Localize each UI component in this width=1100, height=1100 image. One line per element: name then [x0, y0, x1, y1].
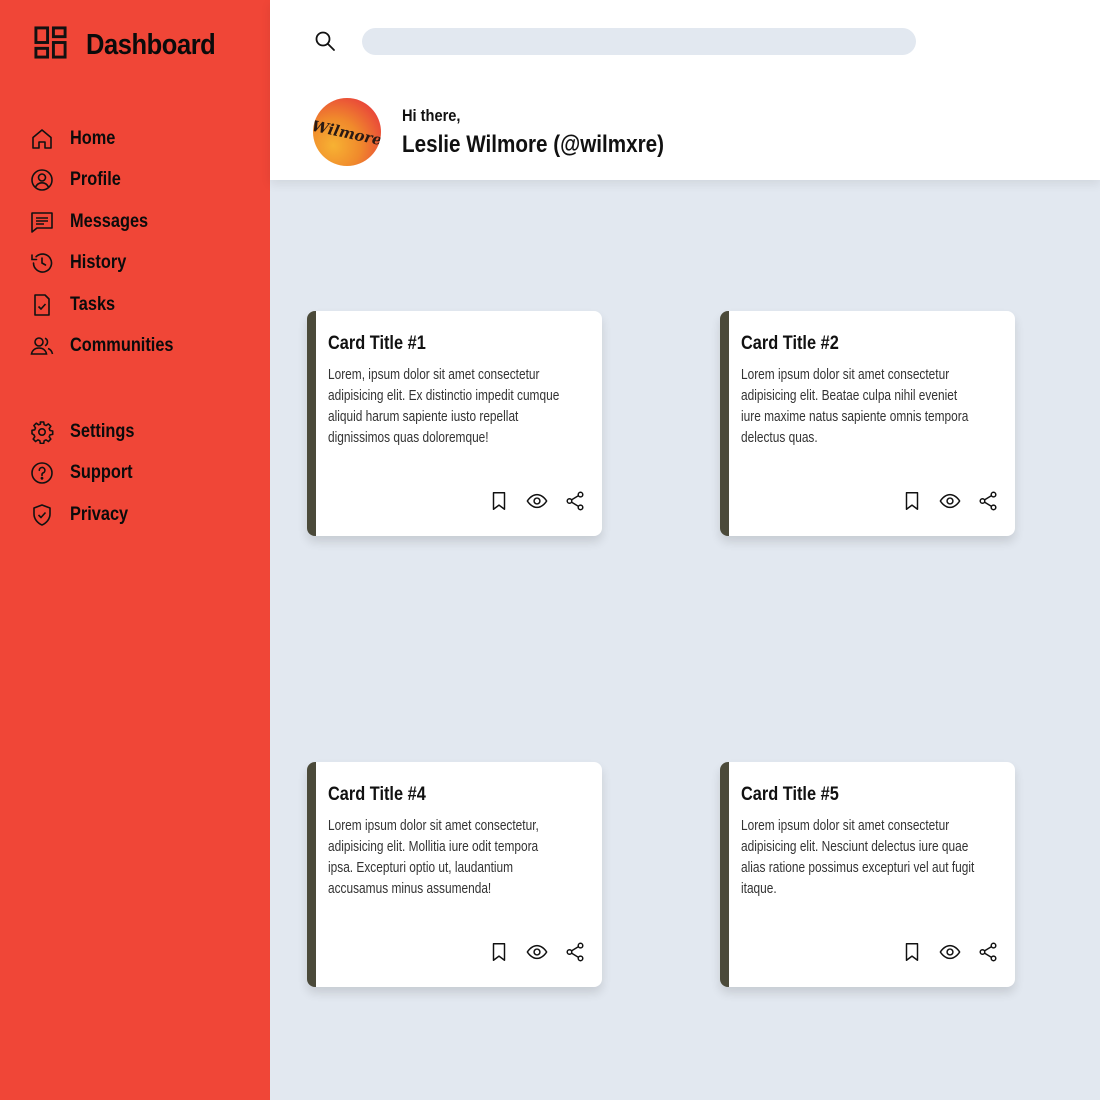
card: Card Title #1 Lorem, ipsum dolor sit ame… [307, 311, 602, 536]
primary-nav: Home Profile Messages History Tasks Comm… [30, 118, 190, 367]
card-title: Card Title #5 [741, 784, 839, 805]
sidebar-item-privacy[interactable]: Privacy [30, 494, 145, 536]
sidebar-item-communities[interactable]: Communities [30, 326, 190, 368]
sidebar-item-label: Profile [70, 169, 121, 191]
eye-icon[interactable] [939, 941, 963, 965]
card-text: Lorem, ipsum dolor sit amet consectetur … [328, 367, 560, 446]
sidebar-item-label: Communities [70, 335, 174, 357]
dashboard-grid-icon [33, 25, 68, 65]
card-text: Lorem ipsum dolor sit amet consectetur, … [328, 818, 539, 897]
card-actions [488, 490, 588, 514]
share-icon[interactable] [977, 941, 1001, 965]
message-icon [30, 210, 54, 234]
greeting: Hi there, [402, 106, 461, 125]
brand[interactable]: Dashboard [33, 25, 233, 65]
header: Wilmore Hi there, Leslie Wilmore (@wilmx… [270, 0, 1100, 180]
user-name: Leslie Wilmore (@wilmxre) [402, 131, 664, 158]
eye-icon[interactable] [526, 490, 550, 514]
bookmark-icon[interactable] [488, 490, 512, 514]
share-icon[interactable] [564, 490, 588, 514]
sidebar-item-support[interactable]: Support [30, 453, 145, 495]
sidebar-item-messages[interactable]: Messages [30, 201, 190, 243]
bookmark-icon[interactable] [901, 490, 925, 514]
card-title: Card Title #1 [328, 333, 426, 354]
card-title: Card Title #4 [328, 784, 426, 805]
sidebar: Dashboard Home Profile Messages History [0, 0, 270, 1100]
sidebar-item-label: Messages [70, 210, 149, 232]
card-actions [488, 941, 588, 965]
history-icon [30, 251, 54, 275]
card: Card Title #2 Lorem ipsum dolor sit amet… [720, 311, 1015, 536]
sidebar-item-label: History [70, 252, 127, 274]
sidebar-item-settings[interactable]: Settings [30, 411, 145, 453]
bookmark-icon[interactable] [488, 941, 512, 965]
svg-text:Wilmore: Wilmore [313, 117, 381, 149]
card: Card Title #4 Lorem ipsum dolor sit amet… [307, 762, 602, 987]
sidebar-item-home[interactable]: Home [30, 118, 190, 160]
card: Card Title #5 Lorem ipsum dolor sit amet… [720, 762, 1015, 987]
sidebar-item-tasks[interactable]: Tasks [30, 284, 190, 326]
search-input[interactable] [362, 28, 916, 55]
share-icon[interactable] [977, 490, 1001, 514]
sidebar-item-profile[interactable]: Profile [30, 160, 190, 202]
search-icon[interactable] [313, 29, 337, 53]
users-icon [30, 334, 54, 358]
gear-icon [30, 420, 54, 444]
avatar[interactable]: Wilmore [313, 98, 381, 166]
card-actions [901, 941, 1001, 965]
sidebar-item-label: Privacy [70, 503, 129, 525]
eye-icon[interactable] [526, 941, 550, 965]
help-icon [30, 461, 54, 485]
task-icon [30, 293, 54, 317]
card-text: Lorem ipsum dolor sit amet consectetur a… [741, 818, 975, 897]
sidebar-item-label: Tasks [70, 293, 116, 315]
home-icon [30, 127, 54, 151]
sidebar-item-history[interactable]: History [30, 243, 190, 285]
card-title: Card Title #2 [741, 333, 839, 354]
secondary-nav: Settings Support Privacy [30, 411, 145, 536]
sidebar-item-label: Settings [70, 420, 135, 442]
card-text: Lorem ipsum dolor sit amet consectetur a… [741, 367, 969, 446]
share-icon[interactable] [564, 941, 588, 965]
eye-icon[interactable] [939, 490, 963, 514]
user-circle-icon [30, 168, 54, 192]
sidebar-item-label: Home [70, 127, 116, 149]
shield-icon [30, 503, 54, 527]
brand-title: Dashboard [86, 28, 216, 61]
card-actions [901, 490, 1001, 514]
bookmark-icon[interactable] [901, 941, 925, 965]
sidebar-item-label: Support [70, 462, 133, 484]
